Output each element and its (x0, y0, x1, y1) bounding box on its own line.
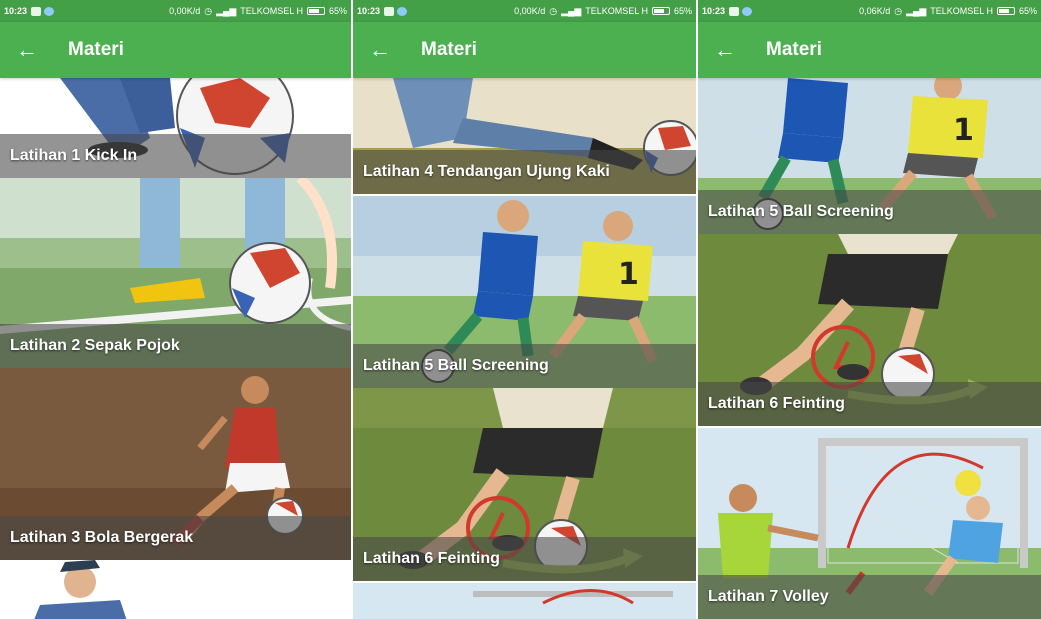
back-arrow-icon[interactable]: ← (698, 22, 752, 78)
network-speed: 0,06K/d (859, 6, 891, 16)
status-bar: 10:23 0,00K/d ◷ ▂▄▆ TELKOMSEL H 65% (353, 0, 696, 22)
app-notification-icon (44, 6, 55, 16)
list-item-latihan-3[interactable]: Latihan 3 Bola Bergerak (0, 368, 351, 560)
signal-icon: ▂▄▆ (906, 5, 927, 16)
list-item-label: Latihan 6 Feinting (353, 537, 696, 581)
signal-icon: ▂▄▆ (216, 5, 237, 16)
battery-icon (306, 7, 325, 15)
carrier-name: TELKOMSEL H (585, 6, 648, 16)
battery-icon (996, 7, 1015, 15)
phone-screen-2: 10:23 0,00K/d ◷ ▂▄▆ TELKOMSEL H 65% ← Ma… (353, 0, 696, 619)
next-item-illustration (0, 560, 351, 619)
app-bar: ← Materi (0, 22, 351, 78)
phone-screen-3: 10:23 0,06K/d ◷ ▂▄▆ TELKOMSEL H 65% ← Ma… (698, 0, 1041, 619)
list-item-label: Latihan 5 Ball Screening (698, 190, 1041, 234)
list-item-label: Latihan 7 Volley (698, 575, 1041, 619)
list-item-label: Latihan 3 Bola Bergerak (0, 516, 351, 560)
list-item-latihan-6[interactable]: Latihan 6 Feinting (698, 234, 1041, 426)
notification-icon (31, 6, 42, 16)
network-speed: 0,00K/d (514, 6, 546, 16)
materi-list[interactable]: 1 Latihan 5 Ball Screening Latihan 6 Fei… (698, 78, 1041, 619)
network-speed: 0,00K/d (169, 6, 201, 16)
status-bar: 10:23 0,00K/d ◷ ▂▄▆ TELKOMSEL H 65% (0, 0, 351, 22)
list-item-latihan-6[interactable]: Latihan 6 Feinting (353, 388, 696, 581)
list-item-label: Latihan 5 Ball Screening (353, 344, 696, 388)
list-item-partial[interactable] (0, 560, 351, 619)
list-item-latihan-5[interactable]: 1 Latihan 5 Ball Screening (698, 78, 1041, 234)
app-bar: ← Materi (698, 22, 1041, 78)
materi-list[interactable]: Latihan 1 Kick In Latihan 2 Sepak Pojok … (0, 78, 351, 619)
status-time: 10:23 (4, 6, 28, 16)
next-item-illustration (353, 583, 696, 619)
carrier-name: TELKOMSEL H (240, 6, 303, 16)
app-notification-icon (397, 6, 408, 16)
alarm-icon: ◷ (549, 5, 558, 16)
svg-text:1: 1 (953, 113, 974, 148)
notification-icon (729, 6, 740, 16)
svg-text:1: 1 (618, 257, 639, 292)
status-time: 10:23 (702, 6, 726, 16)
battery-icon (651, 7, 670, 15)
notification-icon (384, 6, 395, 16)
battery-level: 65% (673, 6, 692, 16)
list-item-latihan-1[interactable]: Latihan 1 Kick In (0, 78, 351, 178)
list-item-latihan-2[interactable]: Latihan 2 Sepak Pojok (0, 178, 351, 368)
status-time: 10:23 (357, 6, 381, 16)
list-item-partial[interactable] (353, 583, 696, 619)
list-item-latihan-7[interactable]: Latihan 7 Volley (698, 428, 1041, 619)
list-item-label: Latihan 4 Tendangan Ujung Kaki (353, 150, 696, 194)
battery-level: 65% (1018, 6, 1037, 16)
materi-list[interactable]: Latihan 4 Tendangan Ujung Kaki 1 Latihan… (353, 78, 696, 619)
list-item-label: Latihan 2 Sepak Pojok (0, 324, 351, 368)
page-title: Materi (421, 39, 477, 60)
alarm-icon: ◷ (894, 5, 903, 16)
carrier-name: TELKOMSEL H (930, 6, 993, 16)
app-bar: ← Materi (353, 22, 696, 78)
signal-icon: ▂▄▆ (561, 5, 582, 16)
phone-screen-1: 10:23 0,00K/d ◷ ▂▄▆ TELKOMSEL H 65% ← Ma… (0, 0, 351, 619)
list-item-latihan-4[interactable]: Latihan 4 Tendangan Ujung Kaki (353, 78, 696, 194)
list-item-latihan-5[interactable]: 1 Latihan 5 Ball Screening (353, 196, 696, 388)
list-item-label: Latihan 6 Feinting (698, 382, 1041, 426)
list-item-label: Latihan 1 Kick In (0, 134, 351, 178)
status-bar: 10:23 0,06K/d ◷ ▂▄▆ TELKOMSEL H 65% (698, 0, 1041, 22)
page-title: Materi (766, 39, 822, 60)
screenshot-collage: 10:23 0,00K/d ◷ ▂▄▆ TELKOMSEL H 65% ← Ma… (0, 0, 1041, 619)
back-arrow-icon[interactable]: ← (353, 22, 407, 78)
page-title: Materi (68, 39, 124, 60)
back-arrow-icon[interactable]: ← (0, 22, 54, 78)
alarm-icon: ◷ (204, 5, 213, 16)
battery-level: 65% (328, 6, 347, 16)
app-notification-icon (742, 6, 753, 16)
